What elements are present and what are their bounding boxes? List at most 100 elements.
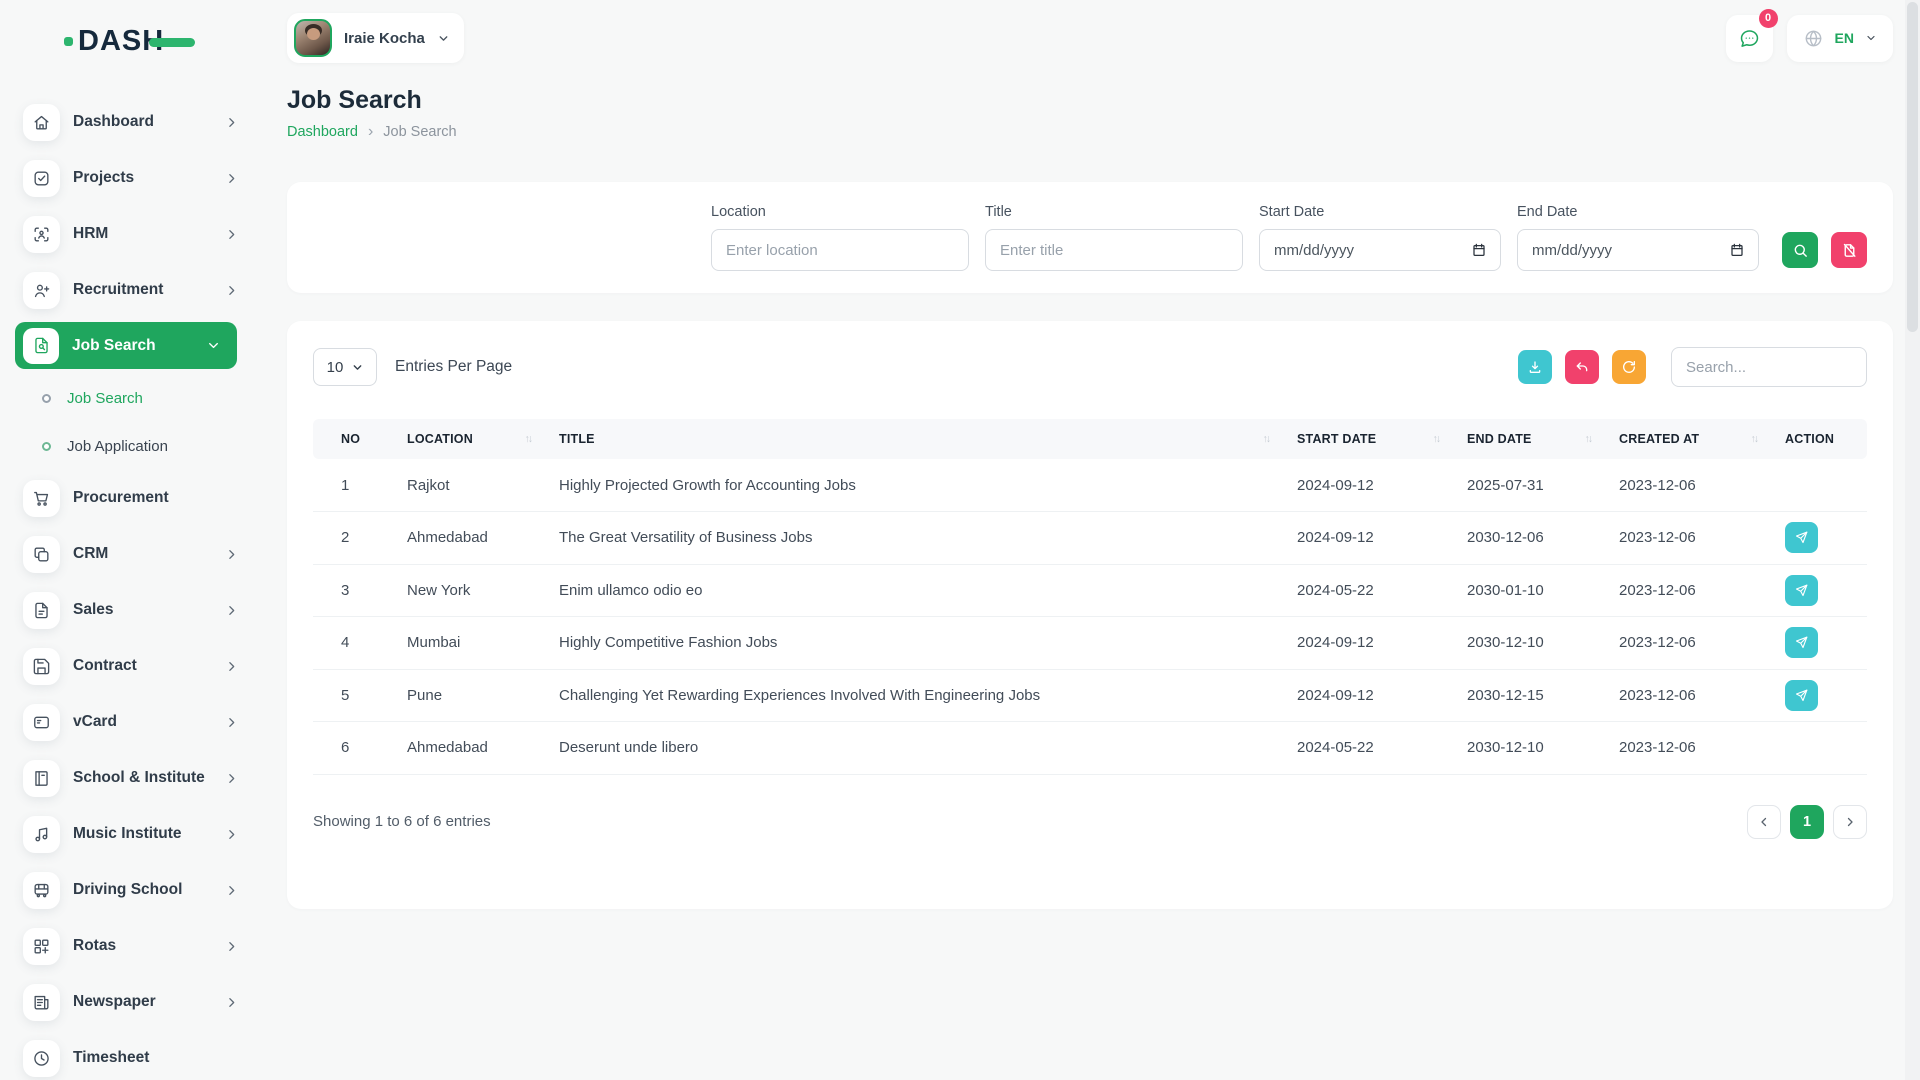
- end-date-input[interactable]: mm/dd/yyyy: [1517, 229, 1759, 271]
- projects-icon: [23, 160, 60, 197]
- table-footer: Showing 1 to 6 of 6 entries 1: [313, 805, 1867, 839]
- table-search-input[interactable]: [1671, 347, 1867, 387]
- sidebar-subitem-job-application[interactable]: Job Application: [0, 422, 262, 470]
- refresh-button[interactable]: [1612, 350, 1646, 384]
- scrollbar-thumb[interactable]: [1907, 2, 1918, 332]
- sidebar-item-newspaper[interactable]: Newspaper: [0, 974, 262, 1030]
- cell-created-at: 2023-12-06: [1605, 669, 1771, 722]
- cell-created-at: 2023-12-06: [1605, 459, 1771, 512]
- sidebar-item-sales[interactable]: Sales: [0, 582, 262, 638]
- page-scrollbar: [1905, 0, 1920, 1080]
- cell-start-date: 2024-09-12: [1283, 617, 1453, 670]
- cell-end-date: 2025-07-31: [1453, 459, 1605, 512]
- user-menu[interactable]: Iraie Kocha: [287, 13, 464, 63]
- sidebar-item-projects[interactable]: Projects: [0, 150, 262, 206]
- crm-icon: [23, 536, 60, 573]
- entries-per-page-label: Entries Per Page: [395, 358, 512, 376]
- export-button[interactable]: [1518, 350, 1552, 384]
- job-search-table: NO LOCATION↑↓TITLE↑↓START DATE↑↓END DATE↑…: [313, 419, 1867, 775]
- newspaper-icon: [23, 984, 60, 1021]
- table-row: 6AhmedabadDeserunt unde libero2024-05-22…: [313, 722, 1867, 775]
- cell-start-date: 2024-05-22: [1283, 722, 1453, 775]
- column-label: NO: [341, 432, 360, 446]
- column-header-created-at[interactable]: CREATED AT↑↓: [1605, 419, 1771, 459]
- sidebar-item-label: Procurement: [73, 489, 238, 507]
- undo-button[interactable]: [1565, 350, 1599, 384]
- sidebar-item-procurement[interactable]: Procurement: [0, 470, 262, 526]
- table-row: 2AhmedabadThe Great Versatility of Busin…: [313, 512, 1867, 565]
- topbar: Iraie Kocha 0 EN: [287, 12, 1893, 64]
- messages-button[interactable]: 0: [1726, 15, 1773, 62]
- cell-location: Ahmedabad: [393, 722, 545, 775]
- table-card: 10 Entries Per Page NOLOCATION↑↓TITLE↑↓S…: [287, 321, 1893, 909]
- sidebar-item-vcard[interactable]: vCard: [0, 694, 262, 750]
- sidebar-item-label: Projects: [73, 169, 225, 187]
- chat-icon: [1738, 27, 1761, 50]
- sidebar-subitem-job-search[interactable]: Job Search: [0, 374, 262, 422]
- sidebar-item-driving-school[interactable]: Driving School: [0, 862, 262, 918]
- contract-icon: [23, 648, 60, 685]
- sidebar-item-job-search[interactable]: Job Search: [15, 322, 237, 369]
- sidebar-item-recruitment[interactable]: Recruitment: [0, 262, 262, 318]
- calendar-icon[interactable]: [1729, 242, 1745, 258]
- app-logo[interactable]: DASH: [78, 24, 195, 58]
- globe-icon: [1803, 28, 1824, 49]
- sidebar-item-timesheet[interactable]: Timesheet: [0, 1030, 262, 1080]
- sidebar-item-label: Timesheet: [73, 1049, 238, 1067]
- sidebar-item-crm[interactable]: CRM: [0, 526, 262, 582]
- sidebar-item-hrm[interactable]: HRM: [0, 206, 262, 262]
- sidebar-item-label: CRM: [73, 545, 225, 563]
- sidebar-item-contract[interactable]: Contract: [0, 638, 262, 694]
- sidebar-item-label: Sales: [73, 601, 225, 619]
- sidebar-item-music-institute[interactable]: Music Institute: [0, 806, 262, 862]
- start-date-input[interactable]: mm/dd/yyyy: [1259, 229, 1501, 271]
- breadcrumb-dashboard-link[interactable]: Dashboard: [287, 124, 358, 140]
- table-header-row: NO LOCATION↑↓TITLE↑↓START DATE↑↓END DATE↑…: [313, 419, 1867, 459]
- pagination-next-button[interactable]: [1833, 805, 1867, 839]
- sidebar-item-rotas[interactable]: Rotas: [0, 918, 262, 974]
- sort-icon: ↑↓: [1263, 433, 1270, 445]
- cell-no: 3: [313, 564, 393, 617]
- search-button[interactable]: [1782, 232, 1818, 268]
- chevron-right-icon: [225, 228, 238, 241]
- table-row: 3New YorkEnim ullamco odio eo2024-05-222…: [313, 564, 1867, 617]
- table-row: 1RajkotHighly Projected Growth for Accou…: [313, 459, 1867, 512]
- pagination-prev-button[interactable]: [1747, 805, 1781, 839]
- column-header-title[interactable]: TITLE↑↓: [545, 419, 1283, 459]
- pagination-page-1[interactable]: 1: [1790, 805, 1824, 839]
- reset-filters-button[interactable]: [1831, 232, 1867, 268]
- calendar-icon[interactable]: [1471, 242, 1487, 258]
- filter-card: Location Title Start Date mm/dd/yyyy End…: [287, 182, 1893, 293]
- sort-icon: ↑↓: [1751, 433, 1758, 445]
- chevron-down-icon: [207, 339, 220, 352]
- end-date-label: End Date: [1517, 204, 1759, 220]
- location-input[interactable]: [711, 229, 969, 271]
- pagination: 1: [1747, 805, 1867, 839]
- column-header-start-date[interactable]: START DATE↑↓: [1283, 419, 1453, 459]
- column-header-end-date[interactable]: END DATE↑↓: [1453, 419, 1605, 459]
- cell-title: Enim ullamco odio eo: [545, 564, 1283, 617]
- cell-title: Highly Competitive Fashion Jobs: [545, 617, 1283, 670]
- breadcrumb: Dashboard › Job Search: [287, 124, 1893, 140]
- start-date-value: mm/dd/yyyy: [1274, 242, 1354, 259]
- chevron-right-icon: [225, 116, 238, 129]
- column-label: ACTION: [1785, 432, 1834, 446]
- sidebar-item-label: Contract: [73, 657, 225, 675]
- title-input[interactable]: [985, 229, 1243, 271]
- hrm-icon: [23, 216, 60, 253]
- sidebar-item-dashboard[interactable]: Dashboard: [0, 94, 262, 150]
- send-job-button[interactable]: [1785, 680, 1818, 711]
- sidebar-item-label: Rotas: [73, 937, 225, 955]
- send-job-button[interactable]: [1785, 575, 1818, 606]
- sidebar-item-school-institute[interactable]: School & Institute: [0, 750, 262, 806]
- column-header-location[interactable]: LOCATION↑↓: [393, 419, 545, 459]
- cell-end-date: 2030-12-10: [1453, 617, 1605, 670]
- send-job-button[interactable]: [1785, 627, 1818, 658]
- start-date-field: Start Date mm/dd/yyyy: [1259, 204, 1501, 271]
- entries-per-page-select[interactable]: 10: [313, 348, 377, 386]
- send-job-button[interactable]: [1785, 522, 1818, 553]
- driving-school-icon: [23, 872, 60, 909]
- language-selector[interactable]: EN: [1787, 15, 1893, 62]
- page-title: Job Search: [287, 86, 1893, 115]
- main-content: Job Search Dashboard › Job Search Locati…: [287, 86, 1893, 909]
